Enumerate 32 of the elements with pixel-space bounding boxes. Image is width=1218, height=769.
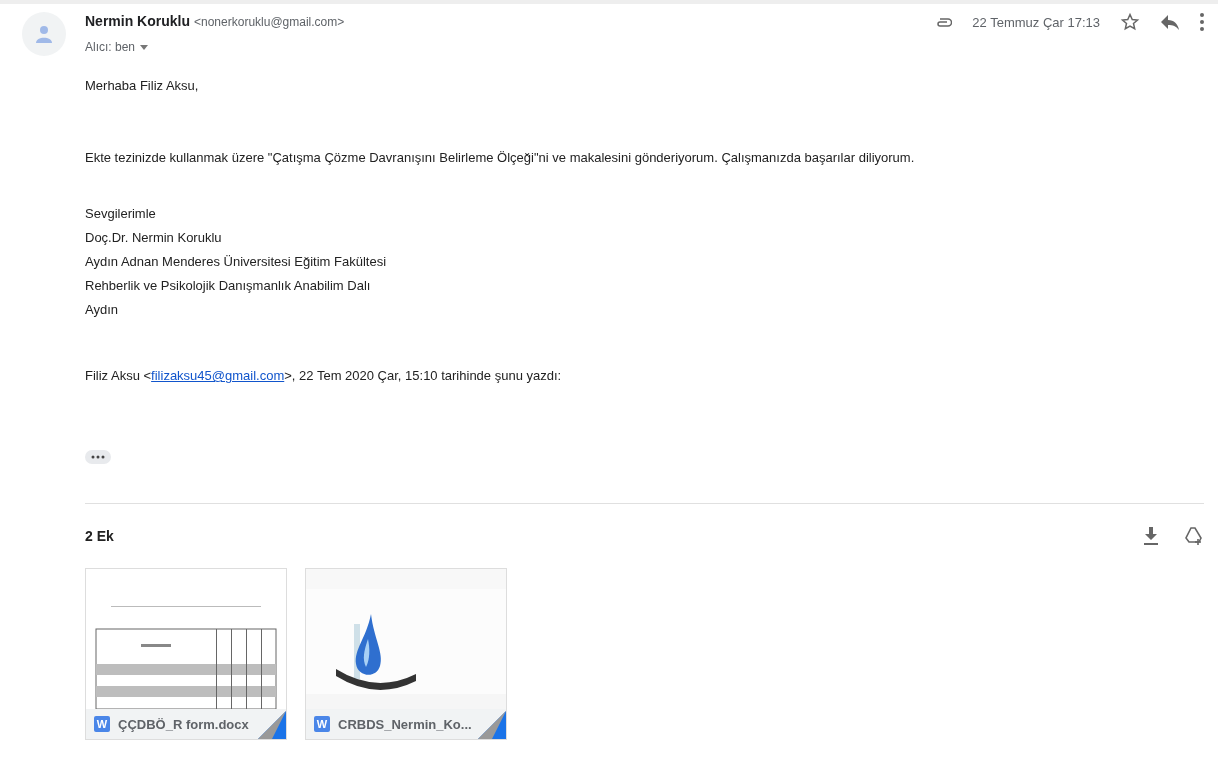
- show-trimmed-button[interactable]: [85, 450, 111, 464]
- email-link[interactable]: filizaksu45@gmail.com: [151, 368, 285, 383]
- signature-line: Aydın Adnan Menderes Üniversitesi Eğitim Fakültesi: [85, 253, 388, 271]
- recipient-dropdown[interactable]: Alıcı: ben: [85, 40, 149, 54]
- sender-address: <nonerkoruklu@gmail.com>: [194, 15, 345, 29]
- ellipsis-icon: [91, 455, 105, 459]
- attachment-name: CRBDS_Nermin_Ko...: [338, 716, 472, 732]
- quote-header: Filiz Aksu <filizaksu45@gmail.com>, 22 Tem 2020 Çar, 15:10 tarihinde şunu yazdı:: [85, 367, 563, 385]
- signature-line: Sevgilerimle: [85, 205, 157, 223]
- file-type-badge: W: [314, 716, 330, 732]
- add-to-drive-button[interactable]: [1184, 526, 1204, 546]
- caret-icon: [140, 44, 149, 50]
- person-icon: [36, 25, 52, 43]
- attachments-title: 2 Ek: [85, 528, 114, 544]
- signature-line: Aydın: [85, 301, 119, 319]
- file-type-badge: W: [94, 716, 110, 732]
- reply-button[interactable]: [1160, 13, 1180, 31]
- attachment-card[interactable]: W ÇÇDBÖ_R form.docx: [85, 568, 287, 740]
- attachment-card[interactable]: W CRBDS_Nermin_Ko...: [305, 568, 507, 740]
- download-button[interactable]: [1144, 527, 1158, 545]
- paperclip-icon: [936, 17, 953, 27]
- signature-line: Doç.Dr. Nermin Koruklu: [85, 229, 223, 247]
- body-text: Merhaba Filiz Aksu,: [85, 77, 200, 95]
- more-button[interactable]: [1200, 13, 1204, 31]
- folded-corner-icon: [478, 711, 506, 739]
- signature-line: Rehberlik ve Psikolojik Danışmanlık Anabilim Dalı: [85, 277, 372, 295]
- message-date: 22 Temmuz Çar 17:13: [972, 14, 1100, 30]
- folded-corner-icon: [258, 711, 286, 739]
- attachment-name: ÇÇDBÖ_R form.docx: [118, 716, 249, 732]
- sender-name: Nermin Koruklu: [85, 13, 190, 29]
- star-button[interactable]: [1120, 12, 1140, 32]
- body-text: Ekte tezinizde kullanmak üzere "Çatışma Çözme Davranışını Belirleme Ölçeği"ni ve makalesini gönderiyorum. Çalışmanızda başarılar diliyorum.: [85, 149, 916, 167]
